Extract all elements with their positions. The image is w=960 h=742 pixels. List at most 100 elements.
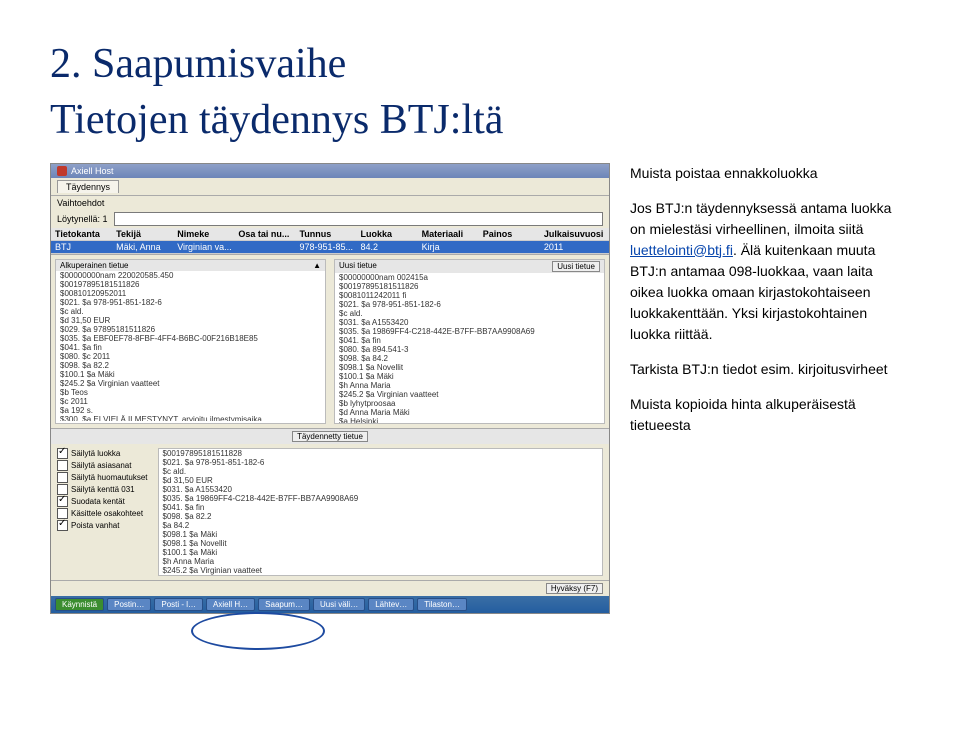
found-input[interactable] <box>114 212 603 226</box>
record-line: $00000000nam 220020585.450 <box>56 271 325 280</box>
checkbox-option[interactable]: Suodata kentät <box>57 496 148 507</box>
record-line: $080. $c 2011 <box>56 352 325 361</box>
checkbox-label: Käsittele osakohteet <box>71 509 143 518</box>
taskbar-item[interactable]: Postin… <box>107 598 151 611</box>
checkbox-icon[interactable] <box>57 472 68 483</box>
taskbar-item[interactable]: Lähtev… <box>368 598 414 611</box>
record-line: $d 31,50 EUR <box>56 316 325 325</box>
record-line: $100.1 $a Mäki <box>56 370 325 379</box>
email-link[interactable]: luettelointi@btj.fi <box>630 242 733 258</box>
checkbox-option[interactable]: Säilytä asiasanat <box>57 460 148 471</box>
col-materiaali: Materiaali <box>422 229 483 239</box>
record-line: $080. $a 894.541-3 <box>335 345 604 354</box>
record-line: $100.1 $a Mäki <box>159 548 603 557</box>
record-line: $c ald. <box>159 467 603 476</box>
checkbox-option[interactable]: Säilytä kenttä 031 <box>57 484 148 495</box>
taskbar-item[interactable]: Tilaston… <box>417 598 467 611</box>
col-nimeke: Nimeke <box>177 229 238 239</box>
record-line: $041. $a fin <box>159 503 603 512</box>
checkbox-area: Säilytä luokka Säilytä asiasanat Säilytä h… <box>51 444 609 580</box>
checkbox-icon[interactable] <box>57 520 68 531</box>
record-line: $100.1 $a Mäki <box>335 372 604 381</box>
grid-header: Tietokanta Tekijä Nimeke Osa tai nu... T… <box>51 228 609 241</box>
checkbox-label: Säilytä luokka <box>71 449 120 458</box>
options-label: Vaihtoehdot <box>57 198 104 208</box>
checkbox-option[interactable]: Poista vanhat <box>57 520 148 531</box>
record-line: $098. $a 84.2 <box>335 354 604 363</box>
left-panel-title: Alkuperainen tietue <box>60 261 129 270</box>
record-line: $c ald. <box>335 309 604 318</box>
record-line: $b Teos <box>56 388 325 397</box>
grid-row[interactable]: BTJ Mäki, Anna Virginian va... 978-951-8… <box>51 241 609 254</box>
record-line: $029. $a 97895181511826 <box>56 325 325 334</box>
record-line: $031. $a A1553420 <box>335 318 604 327</box>
col-luokka: Luokka <box>361 229 422 239</box>
col-julkaisuvuosi: Julkaisuvuosi <box>544 229 605 239</box>
checkbox-label: Säilytä asiasanat <box>71 461 131 470</box>
checkbox-label: Säilytä huomautukset <box>71 473 148 482</box>
app-title: Axiell Host <box>71 166 114 176</box>
taskbar-item[interactable]: Posti - l… <box>154 598 203 611</box>
record-line: $031. $a A1553420 <box>159 485 603 494</box>
taskbar-item[interactable]: Uusi väli… <box>313 598 365 611</box>
record-line: $021. $a 978-951-851-182-6 <box>56 298 325 307</box>
record-line: $035. $a 19869FF4-C218-442E-B7FF-BB7AA99… <box>335 327 604 336</box>
col-tekija: Tekijä <box>116 229 177 239</box>
record-line: $d 31,50 EUR <box>159 476 603 485</box>
taskbar-item[interactable]: Axiell H… <box>206 598 255 611</box>
col-tietokanta: Tietokanta <box>55 229 116 239</box>
checkbox-icon[interactable] <box>57 460 68 471</box>
cell: Kirja <box>422 242 483 252</box>
record-line: $00000000nam 002415a <box>335 273 604 282</box>
record-line: $h Anna Maria <box>159 557 603 566</box>
record-line: $035. $a 19869FF4-C218-442E-B7FF-BB7AA99… <box>159 494 603 503</box>
cell: 978-951-85... <box>299 242 360 252</box>
col-osa: Osa tai nu... <box>238 229 299 239</box>
checkbox-label: Suodata kentät <box>71 497 125 506</box>
record-line: $a 192 s. <box>56 406 325 415</box>
record-line: $021. $a 978-951-851-182-6 <box>335 300 604 309</box>
cell: Virginian va... <box>177 242 238 252</box>
record-line: $c ald. <box>56 307 325 316</box>
record-line: $098.1 $a Novellit <box>159 539 603 548</box>
record-line: $b lyhytproosaa <box>335 399 604 408</box>
record-line: $041. $a fin <box>56 343 325 352</box>
checkbox-icon[interactable] <box>57 496 68 507</box>
record-line: $245.2 $a Virginian vaatteet <box>159 566 603 575</box>
record-line: $098.1 $a Mäki <box>159 530 603 539</box>
tab-taydennys[interactable]: Täydennys <box>57 180 119 193</box>
record-line: $c 2011 <box>56 397 325 406</box>
record-line: $300. $a EI VIELÄ ILMESTYNYT, arvioitu i… <box>56 415 325 421</box>
right-panel-title: Uusi tietue <box>339 261 377 272</box>
record-line: $d Anna Maria Mäki <box>335 408 604 417</box>
record-line: $098.1 $a Novellit <box>335 363 604 372</box>
window-titlebar: Axiell Host <box>51 164 609 178</box>
taydennetty-label: Täydennetty tietue <box>292 431 368 442</box>
checkbox-icon[interactable] <box>57 448 68 459</box>
record-line: $0081011242011 fi <box>335 291 604 300</box>
cell <box>483 242 544 252</box>
note-wrong-class: Jos BTJ:n täydennyksessä antama luokka o… <box>630 198 910 345</box>
checkbox-option[interactable]: Säilytä huomautukset <box>57 472 148 483</box>
taskbar-item[interactable]: Saapum… <box>258 598 310 611</box>
checkbox-label: Säilytä kenttä 031 <box>71 485 135 494</box>
taskbar: Käynnistä Postin…Posti - l…Axiell H…Saap… <box>51 596 609 613</box>
left-panel: Alkuperainen tietue ▲ $00000000nam 220020… <box>55 259 326 424</box>
note-remove-preclass: Muista poistaa ennakkoluokka <box>630 163 910 184</box>
col-painos: Painos <box>483 229 544 239</box>
app-icon <box>57 166 67 176</box>
checkbox-option[interactable]: Käsittele osakohteet <box>57 508 148 519</box>
annotation-ellipse <box>191 612 325 650</box>
note-copy-price: Muista kopioida hinta alkuperäisestä tie… <box>630 394 910 436</box>
heading-line2: Tietojen täydennys BTJ:ltä <box>50 96 910 144</box>
notes-column: Muista poistaa ennakkoluokka Jos BTJ:n t… <box>630 163 910 450</box>
uusi-tietue-button[interactable]: Uusi tietue <box>552 261 600 272</box>
cell: 2011 <box>544 242 605 252</box>
scroll-up-icon[interactable]: ▲ <box>313 261 321 270</box>
checkbox-label: Poista vanhat <box>71 521 119 530</box>
hyvaksy-button[interactable]: Hyväksy (F7) <box>546 583 603 594</box>
checkbox-option[interactable]: Säilytä luokka <box>57 448 148 459</box>
right-panel: Uusi tietue Uusi tietue $00000000nam 0024… <box>334 259 605 424</box>
start-button[interactable]: Käynnistä <box>55 598 104 611</box>
record-line: $041. $a fin <box>335 336 604 345</box>
